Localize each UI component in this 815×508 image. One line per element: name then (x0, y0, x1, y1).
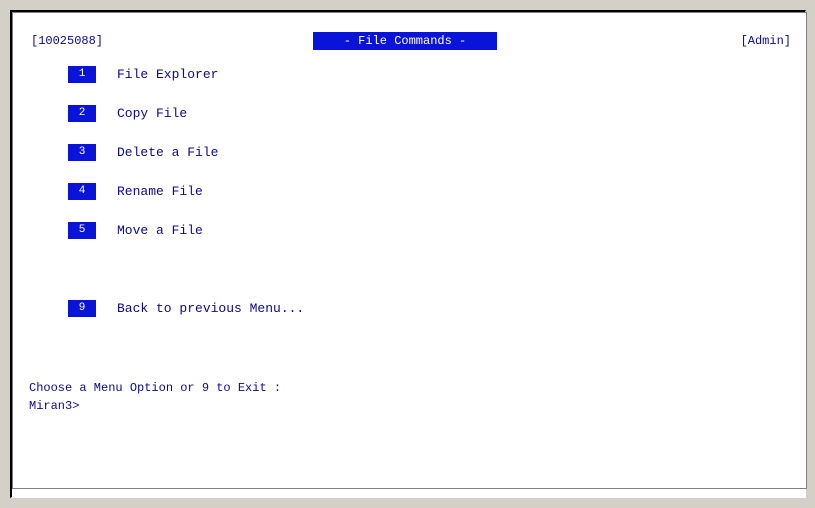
menu-option-move-file[interactable]: Move a File (117, 224, 203, 238)
menu-option-number-3[interactable]: 3 (68, 144, 96, 161)
menu-option-number-1[interactable]: 1 (68, 66, 96, 83)
user-role-label: [Admin] (740, 34, 791, 48)
menu-option-copy-file[interactable]: Copy File (117, 107, 187, 121)
menu-option-number-9[interactable]: 9 (68, 300, 96, 317)
menu-option-number-5[interactable]: 5 (68, 222, 96, 239)
menu-option-back[interactable]: Back to previous Menu... (117, 302, 304, 316)
menu-option-rename-file[interactable]: Rename File (117, 185, 203, 199)
menu-option-number-2[interactable]: 2 (68, 105, 96, 122)
screen-title: - File Commands - (313, 32, 497, 50)
menu-option-delete-file[interactable]: Delete a File (117, 146, 218, 160)
menu-option-file-explorer[interactable]: File Explorer (117, 68, 218, 82)
command-prompt[interactable]: Miran3> (29, 399, 79, 413)
terminal-screen[interactable]: [10025088] - File Commands - [Admin] 1 F… (12, 12, 807, 489)
menu-option-number-4[interactable]: 4 (68, 183, 96, 200)
menu-instruction-text: Choose a Menu Option or 9 to Exit : (29, 381, 282, 395)
session-id-label: [10025088] (31, 34, 104, 48)
